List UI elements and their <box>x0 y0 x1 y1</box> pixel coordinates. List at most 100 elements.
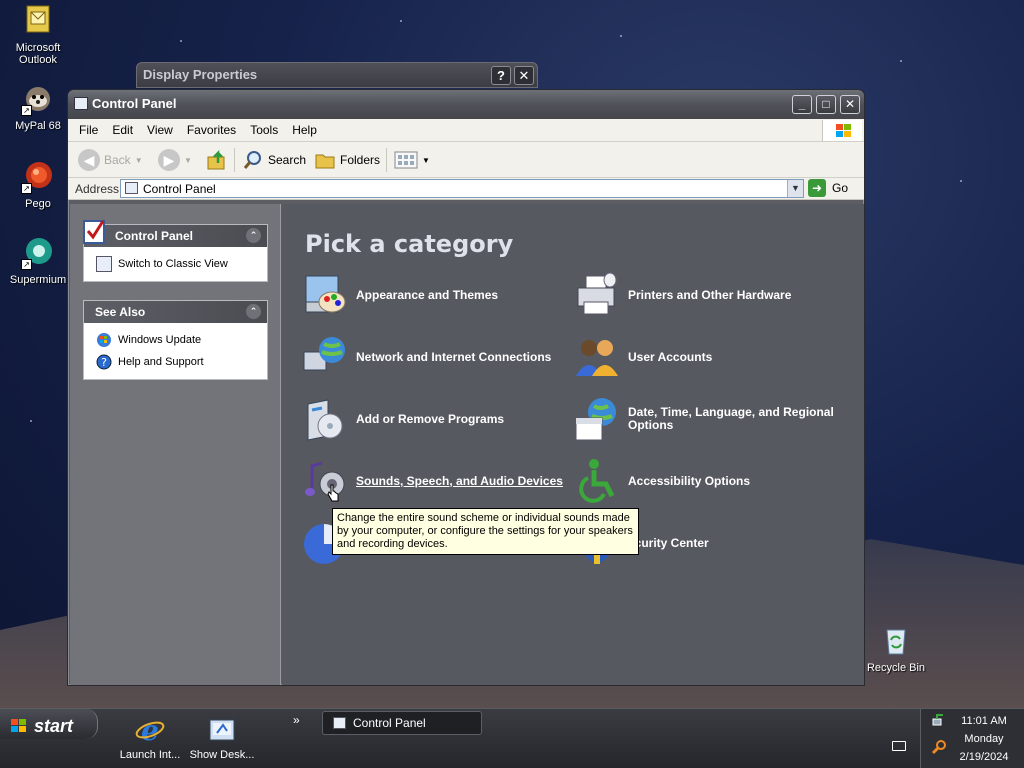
category-printers-hardware[interactable]: Printers and Other Hardware <box>574 272 791 318</box>
category-sounds-audio[interactable]: Sounds, Speech, and Audio Devices <box>302 458 563 504</box>
star <box>400 20 402 22</box>
taskbar: start e Launch Int... Show Desk... » Con… <box>0 708 1024 768</box>
windows-update-link[interactable]: Windows Update <box>84 329 267 351</box>
windows-flag-icon <box>822 120 862 141</box>
quick-launch-ie[interactable]: e Launch Int... <box>115 714 185 761</box>
help-icon: ? <box>96 354 112 370</box>
control-panel-check-icon <box>83 220 105 244</box>
flag-piece <box>844 131 851 137</box>
task-control-panel[interactable]: Control Panel <box>322 711 482 735</box>
user-accounts-icon <box>574 334 620 380</box>
address-label: Address <box>75 182 120 196</box>
star <box>900 60 902 62</box>
window-title: Display Properties <box>143 67 258 82</box>
folders-button[interactable]: Folders <box>314 147 380 173</box>
display-properties-window[interactable]: Display Properties ? ✕ <box>136 62 538 88</box>
forward-button[interactable]: ▶ ▼ <box>158 147 192 173</box>
title-bar[interactable]: Control Panel _ □ ✕ <box>68 90 864 119</box>
quick-launch-overflow-button[interactable]: » <box>293 713 300 727</box>
category-network[interactable]: Network and Internet Connections <box>302 334 551 380</box>
category-add-remove-programs[interactable]: Add or Remove Programs <box>302 396 504 442</box>
chevron-down-icon: ▼ <box>184 155 192 165</box>
desktop-icon-supermium[interactable]: ↗ Supermium <box>0 236 76 286</box>
start-label: start <box>34 715 74 736</box>
menu-view[interactable]: View <box>140 119 180 137</box>
menu-file[interactable]: File <box>72 119 105 137</box>
chevron-down-icon: ▼ <box>422 155 430 165</box>
classic-view-icon <box>96 256 112 272</box>
task-box-body: Switch to Classic View <box>84 247 267 281</box>
menu-tools[interactable]: Tools <box>243 119 285 137</box>
folders-icon <box>315 154 335 169</box>
flag-piece <box>844 124 851 130</box>
close-button[interactable]: ✕ <box>514 66 534 85</box>
menu-bar: File Edit View Favorites Tools Help <box>68 119 864 142</box>
toolbar: ◀ Back ▼ ▶ ▼ Search Folders ▼ <box>68 142 864 178</box>
category-accessibility[interactable]: Accessibility Options <box>574 458 750 504</box>
see-also-header[interactable]: See Also ⌃ <box>84 301 267 323</box>
category-label: Add or Remove Programs <box>356 411 505 426</box>
back-button[interactable]: ◀ Back ▼ <box>78 147 143 173</box>
control-panel-task-box: Control Panel ⌃ Switch to Classic View <box>83 220 268 282</box>
desktop-icon-mypal[interactable]: ↗ MyPal 68 <box>0 82 76 132</box>
close-button[interactable]: ✕ <box>840 95 860 114</box>
desktop-icon-label: Recycle Bin <box>866 662 926 674</box>
help-support-link[interactable]: ? Help and Support <box>84 351 267 373</box>
pego-icon: ↗ <box>21 160 55 194</box>
quick-launch-label: Show Desk... <box>189 749 255 761</box>
desktop-icon-recycle-bin[interactable]: Recycle Bin <box>858 624 934 674</box>
svg-text:e: e <box>141 715 159 745</box>
go-button[interactable]: ➜ Go <box>808 179 848 197</box>
page-title: Pick a category <box>305 230 514 258</box>
keyboard-icon[interactable] <box>892 741 906 751</box>
content-area: Control Panel ⌃ Switch to Classic View S… <box>70 204 864 685</box>
toolbar-separator <box>386 148 387 172</box>
address-value: Control Panel <box>143 182 216 196</box>
quick-launch-label: Launch Int... <box>119 749 181 761</box>
search-button[interactable]: Search <box>242 147 306 173</box>
back-arrow-icon: ◀ <box>78 149 100 171</box>
desktop-icon-label: Microsoft Outlook <box>15 42 61 66</box>
category-appearance-themes[interactable]: Appearance and Themes <box>302 272 498 318</box>
address-input[interactable]: Control Panel ▼ <box>120 179 804 198</box>
search-tray-icon[interactable] <box>931 739 947 755</box>
forward-arrow-icon: ▶ <box>158 149 180 171</box>
menu-help[interactable]: Help <box>285 119 324 137</box>
minimize-button[interactable]: _ <box>792 95 812 114</box>
clock-time[interactable]: 11:01 AM <box>951 715 1017 727</box>
network-tray-icon[interactable] <box>931 713 945 727</box>
show-desktop-icon <box>207 715 237 745</box>
task-label: Control Panel <box>353 716 426 730</box>
help-button[interactable]: ? <box>491 66 511 85</box>
menu-edit[interactable]: Edit <box>105 119 140 137</box>
star <box>960 180 962 182</box>
maximize-button[interactable]: □ <box>816 95 836 114</box>
desktop-icon-pego[interactable]: ↗ Pego <box>0 160 76 210</box>
windows-update-icon <box>97 333 111 347</box>
views-button[interactable]: ▼ <box>394 147 430 173</box>
collapse-icon[interactable]: ⌃ <box>246 228 261 243</box>
see-also-body: Windows Update ? Help and Support <box>84 323 267 379</box>
svg-text:?: ? <box>101 356 107 369</box>
desktop-icon-outlook[interactable]: Microsoft Outlook <box>0 4 76 66</box>
category-user-accounts[interactable]: User Accounts <box>574 334 712 380</box>
desktop-icon-label: Supermium <box>9 274 67 286</box>
address-dropdown-button[interactable]: ▼ <box>787 180 803 197</box>
control-panel-icon <box>333 717 346 729</box>
shortcut-arrow-icon: ↗ <box>21 183 32 194</box>
collapse-icon[interactable]: ⌃ <box>246 304 261 319</box>
folders-label: Folders <box>340 153 381 167</box>
category-label: Printers and Other Hardware <box>628 287 792 302</box>
start-button[interactable]: start <box>0 709 98 739</box>
task-box-header[interactable]: Control Panel ⌃ <box>83 220 267 247</box>
quick-launch-show-desktop[interactable]: Show Desk... <box>187 715 257 761</box>
up-folder-button[interactable] <box>206 147 228 173</box>
back-label: Back <box>104 153 131 167</box>
switch-classic-view-link[interactable]: Switch to Classic View <box>84 253 267 275</box>
category-label: Sounds, Speech, and Audio Devices <box>356 473 563 488</box>
outlook-icon <box>21 4 55 38</box>
clock-day: Monday <box>964 733 1004 745</box>
menu-favorites[interactable]: Favorites <box>180 119 243 137</box>
category-date-time-language[interactable]: Date, Time, Language, and Regional Optio… <box>574 396 848 442</box>
search-icon <box>243 151 261 169</box>
